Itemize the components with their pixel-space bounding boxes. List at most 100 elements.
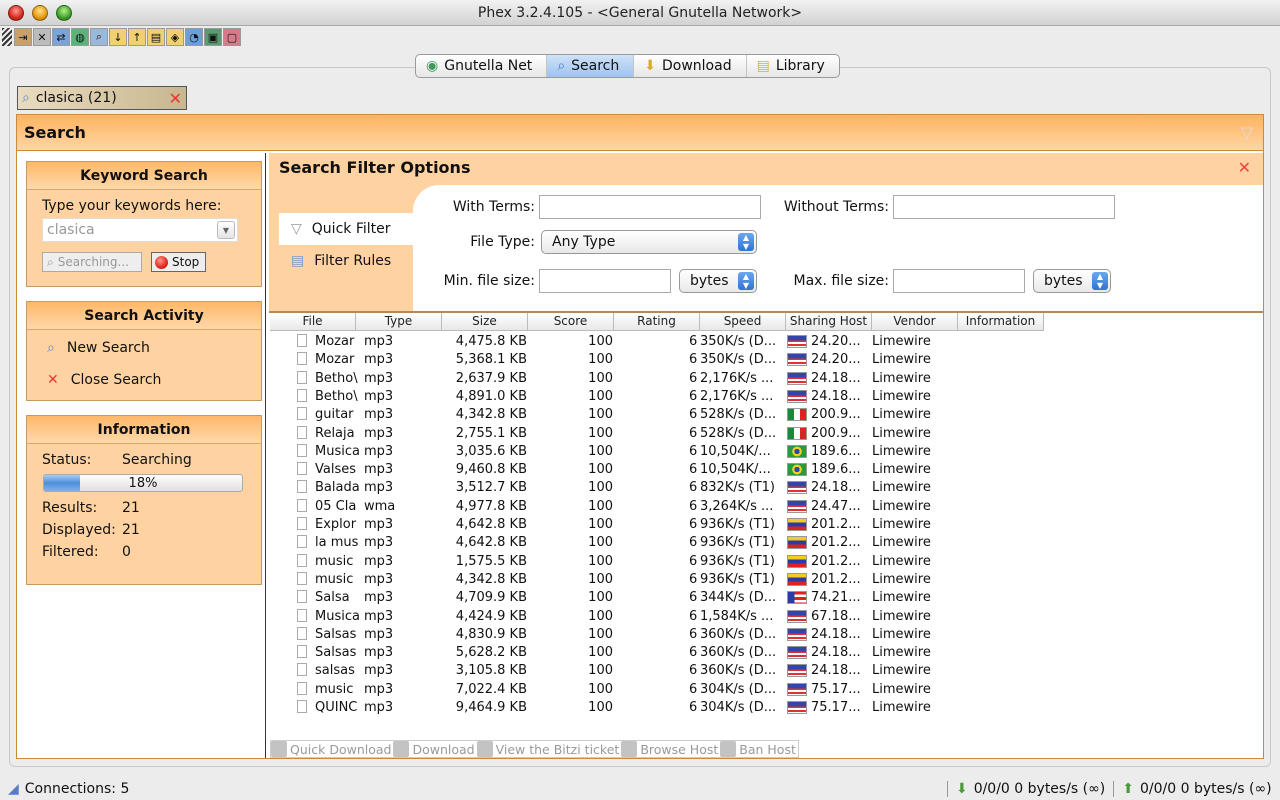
rating-cell: 6	[689, 334, 698, 349]
left-sidebar: Keyword Search Type your keywords here: …	[18, 153, 266, 758]
table-row[interactable]: Salsa mp3 4,709.9 KB 100 6 344K/s (D... 74.21…	[269, 589, 1259, 607]
flag-ve-icon	[787, 518, 807, 531]
zoom-window-button[interactable]	[56, 5, 72, 21]
table-row[interactable]: la mus mp3 4,642.8 KB 100 6 936K/s (T1) 201.2.…	[269, 534, 1259, 552]
exit-icon[interactable]: ⇥	[14, 28, 32, 46]
new-search-link[interactable]: ⌕ New Search	[47, 340, 150, 356]
connect-icon[interactable]: ⇄	[52, 28, 70, 46]
column-header-score[interactable]: Score	[528, 313, 614, 330]
table-row[interactable]: Mozar mp3 4,475.8 KB 100 6 350K/s (D... 24.20.…	[269, 333, 1259, 351]
chevron-down-icon[interactable]: ▼	[217, 221, 235, 239]
ban-host-button[interactable]: Ban Host	[720, 741, 798, 757]
minimize-window-button[interactable]	[32, 5, 48, 21]
searching-button[interactable]: ⌕ Searching...	[42, 252, 142, 272]
close-filter-icon[interactable]: ✕	[1238, 153, 1251, 183]
table-row[interactable]: Relaja mp3 2,755.1 KB 100 6 528K/s (D... 200.9…	[269, 425, 1259, 443]
column-header-file[interactable]: File	[270, 313, 356, 330]
search-tab-clasica[interactable]: ⌕ clasica (21) ✕	[17, 86, 187, 110]
speed-cell: 10,504K/...	[700, 462, 771, 478]
connections-status[interactable]: ◢ Connections: 5	[0, 781, 129, 797]
close-search-tab-icon[interactable]: ✕	[169, 89, 182, 108]
view-bitzi-ticket-button[interactable]: View the Bitzi ticket	[476, 741, 622, 757]
table-row[interactable]: music mp3 7,022.4 KB 100 6 304K/s (D... 75.17.…	[269, 681, 1259, 699]
table-row[interactable]: Betho\ mp3 2,637.9 KB 100 6 2,176K/s ... 24.18…	[269, 370, 1259, 388]
statistics-icon[interactable]: ◔	[185, 28, 203, 46]
close-window-button[interactable]	[8, 5, 24, 21]
tab-search[interactable]: ⌕ Search	[547, 55, 635, 77]
tab-download[interactable]: ⬇ Download	[634, 55, 747, 77]
results-table: File Type Size Score Rating Speed Sharing Host…	[269, 313, 1263, 715]
toolbar-grip[interactable]	[2, 28, 12, 46]
browse-host-button[interactable]: Browse Host	[621, 741, 720, 757]
column-header-type[interactable]: Type	[356, 313, 442, 330]
quick-filter-tab[interactable]: ▽ Quick Filter	[279, 213, 413, 245]
search-icon[interactable]: ⌕	[90, 28, 108, 46]
upload-folder-icon[interactable]: ↑	[128, 28, 146, 46]
max-size-input[interactable]	[893, 269, 1025, 293]
download-folder-icon[interactable]: ↓	[109, 28, 127, 46]
score-cell: 100	[588, 608, 613, 624]
filter-rules-tab[interactable]: ▤ Filter Rules	[279, 245, 413, 277]
speed-cell: 936K/s (T1)	[700, 517, 775, 532]
table-row[interactable]: salsas mp3 3,105.8 KB 100 6 360K/s (D... 24.18…	[269, 662, 1259, 680]
search-filter-options: Search Filter Options ✕ ▽ Quick Filter ▤ F…	[269, 153, 1263, 313]
table-row[interactable]: Salsas mp3 5,628.2 KB 100 6 360K/s (D... 24.18…	[269, 644, 1259, 662]
table-row[interactable]: Salsas mp3 4,830.9 KB 100 6 360K/s (D... 24.18…	[269, 626, 1259, 644]
speed-cell: 3,264K/s ...	[700, 498, 774, 514]
download-arrow-icon: ⬇	[955, 781, 968, 797]
download-button[interactable]: Download	[393, 741, 476, 757]
table-row[interactable]: music mp3 4,342.8 KB 100 6 936K/s (T1) 201.2..…	[269, 571, 1259, 589]
table-row[interactable]: Balada mp3 3,512.7 KB 100 6 832K/s (T1) 24.18.…	[269, 479, 1259, 497]
min-size-input[interactable]	[539, 269, 671, 293]
speed-cell: 360K/s (D...	[700, 626, 777, 642]
close-icon: ✕	[47, 372, 59, 388]
column-header-vendor[interactable]: Vendor	[872, 313, 958, 330]
monitor-icon[interactable]: ▣	[204, 28, 222, 46]
host-cell: 24.18...	[811, 663, 861, 679]
table-row[interactable]: 05 Cla wma 4,977.8 KB 100 6 3,264K/s ... 24.47…	[269, 498, 1259, 516]
quick-download-button[interactable]: Quick Download	[271, 741, 393, 757]
table-row[interactable]: Betho\ mp3 4,891.0 KB 100 6 2,176K/s ... 24.18…	[269, 388, 1259, 406]
disconnect-icon[interactable]: ✕	[33, 28, 51, 46]
search-panel: Search ▽ Keyword Search Type your keywor…	[16, 114, 1264, 759]
file-cell: Mozar	[269, 351, 364, 369]
without-terms-input[interactable]	[893, 195, 1115, 219]
file-icon	[297, 553, 307, 567]
vendor-cell: Limewire	[872, 645, 931, 661]
keyword-prompt: Type your keywords here:	[42, 198, 222, 214]
library-folder-icon[interactable]: ▤	[147, 28, 165, 46]
column-header-size[interactable]: Size	[442, 313, 528, 330]
tab-gnutella-net[interactable]: ◉ Gnutella Net	[416, 55, 548, 77]
table-row[interactable]: Valses mp3 9,460.8 KB 100 6 10,504K/... 189.6.…	[269, 461, 1259, 479]
file-type-select[interactable]: Any Type ▲ ▼	[541, 230, 757, 254]
tab-library[interactable]: ▤ Library	[747, 55, 839, 77]
table-row[interactable]: Explor mp3 4,642.8 KB 100 6 936K/s (T1) 201.2.…	[269, 516, 1259, 534]
score-cell: 100	[588, 517, 613, 532]
column-header-sharing-host[interactable]: Sharing Host	[786, 313, 872, 330]
table-row[interactable]: guitar mp3 4,342.8 KB 100 6 528K/s (D... 200.9…	[269, 406, 1259, 424]
table-row[interactable]: Musica mp3 4,424.9 KB 100 6 1,584K/s ... 67.18…	[269, 608, 1259, 626]
table-row[interactable]: QUINC mp3 9,464.9 KB 100 6 304K/s (D... 75.17.…	[269, 699, 1259, 717]
filter-icon[interactable]: ▽	[1241, 123, 1253, 142]
file-name: 05 Cla	[315, 498, 357, 514]
type-cell: mp3	[364, 681, 394, 697]
with-terms-input[interactable]	[539, 195, 761, 219]
flag-us-icon	[787, 389, 807, 403]
panel-title: Search	[24, 123, 86, 142]
keyword-input[interactable]: clasica ▼	[42, 218, 238, 242]
table-row[interactable]: Mozar mp3 5,368.1 KB 100 6 350K/s (D... 24.20.…	[269, 351, 1259, 369]
chat-icon[interactable]: ▢	[223, 28, 241, 46]
min-size-unit-select[interactable]: bytes ▲ ▼	[679, 269, 757, 293]
type-cell: mp3	[364, 535, 394, 551]
stop-button[interactable]: Stop	[151, 252, 206, 272]
max-size-unit-select[interactable]: bytes ▲ ▼	[1033, 269, 1111, 293]
network-icon[interactable]: ◍	[71, 28, 89, 46]
column-header-rating[interactable]: Rating	[614, 313, 700, 330]
shield-icon[interactable]: ◈	[166, 28, 184, 46]
column-header-information[interactable]: Information	[958, 313, 1044, 330]
table-row[interactable]: music mp3 1,575.5 KB 100 6 936K/s (T1) 201.2..…	[269, 553, 1259, 571]
column-header-speed[interactable]: Speed	[700, 313, 786, 330]
size-cell: 4,709.9 KB	[455, 590, 527, 606]
table-row[interactable]: Musica mp3 3,035.6 KB 100 6 10,504K/... 189.6.…	[269, 443, 1259, 461]
close-search-link[interactable]: ✕ Close Search	[47, 372, 161, 388]
